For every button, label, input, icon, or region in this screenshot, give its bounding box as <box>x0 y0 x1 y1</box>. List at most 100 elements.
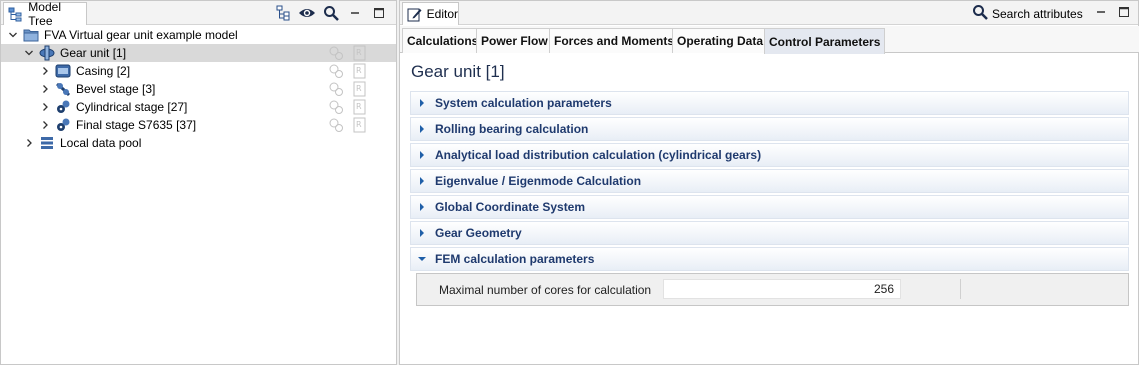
row-action-icons: R <box>328 45 368 61</box>
gear-pair-icon[interactable] <box>328 63 344 79</box>
section-rolling-bearing-calculation[interactable]: Rolling bearing calculation <box>410 117 1129 141</box>
editor-subtabs: Calculations Power Flow Forces and Momen… <box>400 26 1139 54</box>
caret-right-icon <box>417 98 427 108</box>
edit-icon <box>406 5 423 23</box>
section-label: Analytical load distribution calculation… <box>435 148 762 162</box>
gear-pair-icon[interactable] <box>328 99 344 115</box>
model-tree-tab-label: Model Tree <box>28 0 61 28</box>
chevron-right-icon[interactable] <box>39 119 51 131</box>
model-tree-toolbar <box>274 4 388 22</box>
chevron-right-icon[interactable] <box>23 137 35 149</box>
maximize-icon[interactable] <box>1116 4 1132 20</box>
cylindrical-stage-icon <box>55 99 71 115</box>
section-eigenvalue-calculation[interactable]: Eigenvalue / Eigenmode Calculation <box>410 169 1129 193</box>
page-title: Gear unit [1] <box>411 62 505 81</box>
caret-right-icon <box>417 228 427 238</box>
chevron-down-icon[interactable] <box>7 29 19 41</box>
svg-text:R: R <box>356 66 362 75</box>
gear-pair-icon[interactable] <box>328 117 344 133</box>
tab-control-parameters[interactable]: Control Parameters <box>764 28 886 54</box>
report-icon[interactable]: R <box>352 45 368 61</box>
chevron-right-icon[interactable] <box>39 101 51 113</box>
section-label: Rolling bearing calculation <box>435 122 589 136</box>
report-icon[interactable]: R <box>352 99 368 115</box>
editor-tab[interactable]: Editor <box>402 2 459 25</box>
editor-panel: Editor Search attributes Calculations Po… <box>399 0 1139 365</box>
section-label: Global Coordinate System <box>435 200 586 214</box>
tab-calculations[interactable]: Calculations <box>402 28 484 53</box>
tree-item-cylindrical-stage[interactable]: Cylindrical stage [27] R <box>1 98 396 116</box>
app-window: Model Tree FVA Virtual gear unit example… <box>0 0 1139 365</box>
model-tree-panel: Model Tree FVA Virtual gear unit example… <box>0 0 397 365</box>
tree-item-label: Final stage S7635 [37] <box>76 118 197 132</box>
editor-tabbar: Editor Search attributes <box>400 1 1138 25</box>
report-icon[interactable]: R <box>352 63 368 79</box>
search-attributes-button[interactable]: Search attributes <box>972 4 1083 23</box>
search-icon <box>972 4 988 23</box>
tree-item-local-data-pool[interactable]: Local data pool <box>1 134 396 152</box>
minimize-icon[interactable] <box>1093 4 1109 20</box>
svg-text:R: R <box>356 102 362 111</box>
section-gear-geometry[interactable]: Gear Geometry <box>410 221 1129 245</box>
svg-text:R: R <box>356 120 362 129</box>
tree-layout-icon[interactable] <box>274 4 292 22</box>
tab-forces-and-moments[interactable]: Forces and Moments <box>549 28 680 53</box>
model-tree: FVA Virtual gear unit example model Gear… <box>1 26 396 364</box>
tab-operating-data[interactable]: Operating Data <box>672 28 769 53</box>
gear-pair-icon[interactable] <box>328 45 344 61</box>
caret-right-icon <box>417 176 427 186</box>
row-action-icons: R <box>328 63 368 79</box>
editor-tab-label: Editor <box>426 7 458 21</box>
svg-text:R: R <box>356 48 362 57</box>
parameter-sections: System calculation parameters Rolling be… <box>410 91 1129 306</box>
model-tree-tab[interactable]: Model Tree <box>3 0 87 28</box>
chevron-right-icon[interactable] <box>39 65 51 77</box>
report-icon[interactable]: R <box>352 117 368 133</box>
section-fem-calculation-parameters[interactable]: FEM calculation parameters <box>410 247 1129 271</box>
section-label: System calculation parameters <box>435 96 612 110</box>
chevron-right-icon[interactable] <box>39 83 51 95</box>
tree-item-gear-unit[interactable]: Gear unit [1] R <box>1 44 396 62</box>
tree-item-label: Cylindrical stage [27] <box>76 100 188 114</box>
tab-power-flow[interactable]: Power Flow <box>476 28 553 53</box>
section-analytical-load-distribution[interactable]: Analytical load distribution calculation… <box>410 143 1129 167</box>
row-action-icons: R <box>328 81 368 97</box>
model-tree-tabbar: Model Tree <box>1 0 396 28</box>
search-attributes-label: Search attributes <box>992 6 1083 21</box>
tree-item-bevel-stage[interactable]: Bevel stage [3] R <box>1 80 396 98</box>
search-icon[interactable] <box>322 4 340 22</box>
minimize-icon[interactable] <box>346 4 364 22</box>
eye-icon[interactable] <box>298 4 316 22</box>
section-system-calculation-parameters[interactable]: System calculation parameters <box>410 91 1129 115</box>
tree-item-label: Local data pool <box>60 136 142 150</box>
folder-icon <box>23 27 39 43</box>
section-global-coordinate-system[interactable]: Global Coordinate System <box>410 195 1129 219</box>
tree-item-final-stage[interactable]: Final stage S7635 [37] R <box>1 116 396 134</box>
tree-item-label: Bevel stage [3] <box>76 82 156 96</box>
final-stage-icon <box>55 117 71 133</box>
section-label: Eigenvalue / Eigenmode Calculation <box>435 174 642 188</box>
report-icon[interactable]: R <box>352 81 368 97</box>
tree-item-casing[interactable]: Casing [2] R <box>1 62 396 80</box>
data-pool-icon <box>39 135 55 151</box>
model-tree-icon <box>7 5 24 23</box>
row-action-icons: R <box>328 99 368 115</box>
caret-right-icon <box>417 124 427 134</box>
maximize-icon[interactable] <box>370 4 388 22</box>
section-label: Gear Geometry <box>435 226 522 240</box>
section-label: FEM calculation parameters <box>435 252 595 266</box>
max-cores-label: Maximal number of cores for calculation <box>439 283 652 297</box>
tree-item-root-model[interactable]: FVA Virtual gear unit example model <box>1 26 396 44</box>
caret-right-icon <box>417 202 427 212</box>
fem-section-body: Maximal number of cores for calculation … <box>416 273 1129 306</box>
chevron-down-icon[interactable] <box>23 47 35 59</box>
tree-item-label: Casing [2] <box>76 64 131 78</box>
tree-item-label: Gear unit [1] <box>60 46 127 60</box>
casing-icon <box>55 63 71 79</box>
gear-unit-icon <box>39 45 55 61</box>
gear-pair-icon[interactable] <box>328 81 344 97</box>
caret-down-icon <box>417 254 427 264</box>
row-action-icons: R <box>328 117 368 133</box>
max-cores-input[interactable]: 256 <box>663 279 901 299</box>
tree-item-label: FVA Virtual gear unit example model <box>44 28 238 42</box>
